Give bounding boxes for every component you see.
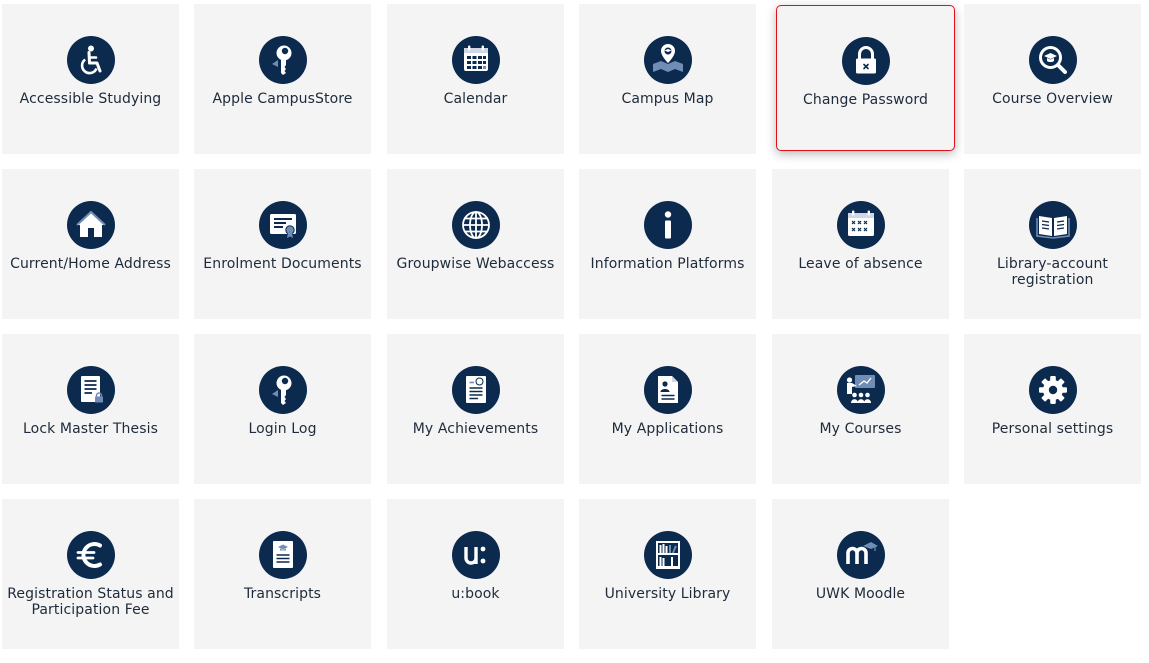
tile-login-log[interactable]: Login Log	[194, 334, 371, 484]
tile-leave-of-absence[interactable]: Leave of absence	[772, 169, 949, 319]
gear-icon	[1028, 366, 1077, 414]
tile-label: Leave of absence	[798, 256, 923, 272]
tile-calendar[interactable]: Calendar	[387, 4, 564, 154]
tile-label: Change Password	[803, 92, 928, 108]
tile-information-platforms[interactable]: Information Platforms	[579, 169, 756, 319]
application-document-icon	[643, 366, 692, 414]
graded-document-icon	[451, 366, 500, 414]
tile-my-courses[interactable]: My Courses	[772, 334, 949, 484]
tile-label: UWK Moodle	[815, 586, 906, 602]
tile-university-library[interactable]: University Library	[579, 499, 756, 649]
map-pin-icon	[643, 36, 692, 84]
wheelchair-icon	[66, 36, 115, 84]
tile-apple-campusstore[interactable]: Apple CampusStore	[194, 4, 371, 154]
lock-icon	[841, 37, 890, 85]
globe-icon	[451, 201, 500, 249]
info-icon	[643, 201, 692, 249]
tile-label: Course Overview	[992, 91, 1113, 107]
tile-ubook[interactable]: u:book	[387, 499, 564, 649]
tile-my-achievements[interactable]: My Achievements	[387, 334, 564, 484]
tile-label: Transcripts	[243, 586, 322, 602]
tile-label: Registration Status and Participation Fe…	[7, 586, 174, 618]
document-lock-icon	[66, 366, 115, 414]
tile-personal-settings[interactable]: Personal settings	[964, 334, 1141, 484]
ubook-icon	[451, 531, 500, 579]
tile-label: Information Platforms	[590, 256, 745, 272]
tile-uwk-moodle[interactable]: UWK Moodle	[772, 499, 949, 649]
tile-label: Library-account registration	[996, 256, 1109, 288]
tile-label: My Applications	[611, 421, 724, 437]
bookshelf-icon	[643, 531, 692, 579]
tile-registration-status[interactable]: Registration Status and Participation Fe…	[2, 499, 179, 649]
key-icon	[258, 366, 307, 414]
tile-label: Groupwise Webaccess	[396, 256, 555, 272]
tile-label: University Library	[604, 586, 731, 602]
open-book-icon	[1028, 201, 1077, 249]
tile-label: Calendar	[443, 91, 508, 107]
tile-current-home-address[interactable]: Current/Home Address	[2, 169, 179, 319]
classroom-icon	[836, 366, 885, 414]
tile-groupwise-webaccess[interactable]: Groupwise Webaccess	[387, 169, 564, 319]
tile-campus-map[interactable]: Campus Map	[579, 4, 756, 154]
calendar-crossed-icon	[836, 201, 885, 249]
tile-label: Login Log	[248, 421, 317, 437]
tile-label: Apple CampusStore	[212, 91, 353, 107]
tile-change-password[interactable]: Change Password	[776, 5, 955, 151]
tile-my-applications[interactable]: My Applications	[579, 334, 756, 484]
transcript-icon	[258, 531, 307, 579]
calendar-icon	[451, 36, 500, 84]
tile-label: Personal settings	[991, 421, 1114, 437]
certificate-icon	[258, 201, 307, 249]
tile-label: My Courses	[819, 421, 902, 437]
tile-label: Accessible Studying	[19, 91, 162, 107]
tile-label: My Achievements	[412, 421, 539, 437]
tile-accessible-studying[interactable]: Accessible Studying	[2, 4, 179, 154]
tile-label: u:book	[451, 586, 500, 602]
moodle-icon	[836, 531, 885, 579]
house-icon	[66, 201, 115, 249]
tile-label: Lock Master Thesis	[23, 421, 158, 437]
apple-key-icon	[258, 36, 307, 84]
tile-library-account-registration[interactable]: Library-account registration	[964, 169, 1141, 319]
tile-label: Enrolment Documents	[203, 256, 362, 272]
tile-lock-master-thesis[interactable]: Lock Master Thesis	[2, 334, 179, 484]
tile-label: Campus Map	[621, 91, 714, 107]
euro-icon	[66, 531, 115, 579]
tile-label: Current/Home Address	[10, 256, 171, 272]
tile-enrolment-documents[interactable]: Enrolment Documents	[194, 169, 371, 319]
magnifier-graduation-icon	[1028, 36, 1077, 84]
tile-course-overview[interactable]: Course Overview	[964, 4, 1141, 154]
tile-transcripts[interactable]: Transcripts	[194, 499, 371, 649]
